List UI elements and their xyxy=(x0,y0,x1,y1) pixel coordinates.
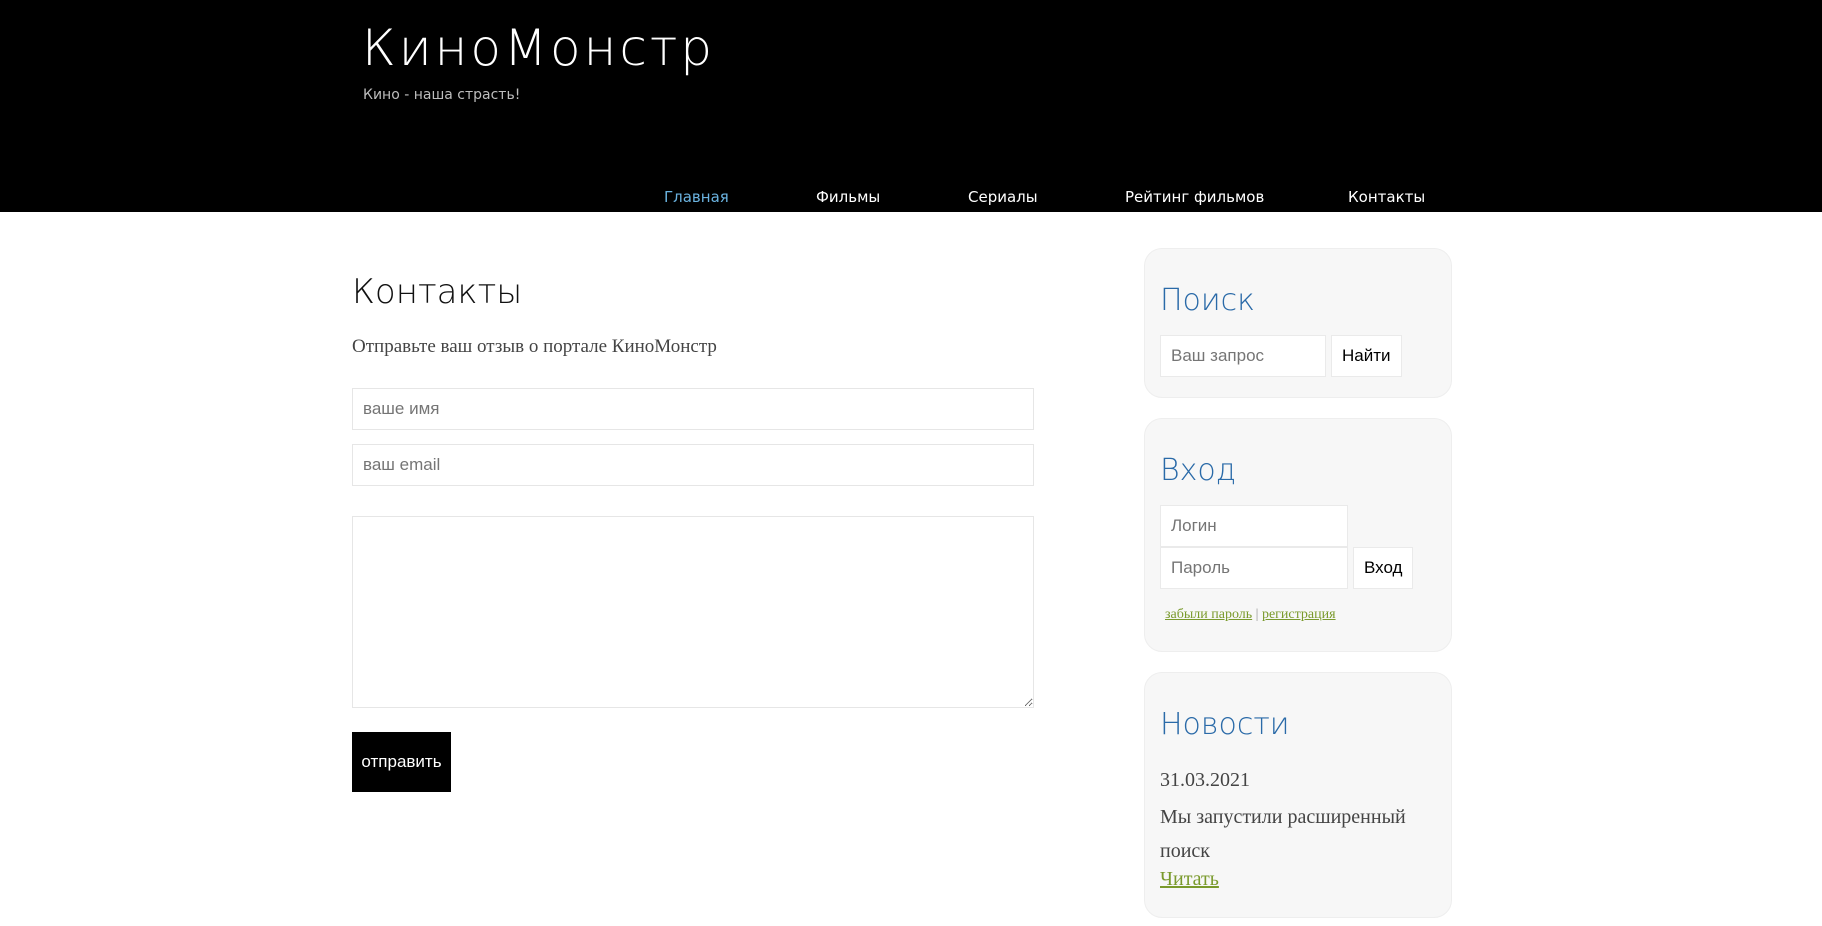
contact-section: Контакты Отправьте ваш отзыв о портале К… xyxy=(352,250,1036,792)
links-separator: | xyxy=(1255,607,1259,622)
login-widget-title: Вход xyxy=(1160,453,1237,488)
search-row: Найти xyxy=(1160,335,1435,377)
main-nav: Главная Фильмы Сериалы Рейтинг фильмов К… xyxy=(0,188,1822,212)
login-links: забыли пароль | регистрация xyxy=(1160,607,1435,623)
search-button[interactable]: Найти xyxy=(1331,335,1402,377)
login-button[interactable]: Вход xyxy=(1353,547,1414,589)
site-title[interactable]: КиноМонстр xyxy=(362,18,715,78)
login-row xyxy=(1160,505,1435,547)
password-row: Вход xyxy=(1160,547,1435,589)
news-text: Мы запустили расширенный поиск xyxy=(1160,806,1406,862)
page-title: Контакты xyxy=(352,272,523,312)
nav-item-movie-rating[interactable]: Рейтинг фильмов xyxy=(1125,188,1264,206)
contact-form: отправить xyxy=(352,388,1036,792)
password-input[interactable] xyxy=(1160,547,1348,589)
email-input[interactable] xyxy=(352,444,1034,486)
sidebar: Поиск Найти Вход Вход забыли пароль | ре… xyxy=(1144,248,1452,926)
message-textarea[interactable] xyxy=(352,516,1034,708)
nav-item-movies[interactable]: Фильмы xyxy=(816,188,880,206)
nav-item-contacts[interactable]: Контакты xyxy=(1348,188,1425,206)
register-link[interactable]: регистрация xyxy=(1262,607,1336,622)
search-widget-title: Поиск xyxy=(1160,283,1255,318)
news-read-link[interactable]: Читать xyxy=(1160,868,1219,891)
search-widget: Поиск Найти xyxy=(1144,248,1452,398)
site-slogan: Кино - наша страсть! xyxy=(363,87,521,103)
name-input[interactable] xyxy=(352,388,1034,430)
login-input[interactable] xyxy=(1160,505,1348,547)
site-header: КиноМонстр Кино - наша страсть! Главная … xyxy=(0,0,1822,212)
news-date: 31.03.2021 xyxy=(1160,769,1250,791)
forgot-password-link[interactable]: забыли пароль xyxy=(1165,607,1252,622)
submit-button[interactable]: отправить xyxy=(352,732,451,792)
search-input[interactable] xyxy=(1160,335,1326,377)
nav-item-home[interactable]: Главная xyxy=(664,188,729,206)
nav-item-series[interactable]: Сериалы xyxy=(968,188,1038,206)
news-widget: Новости 31.03.2021 Мы запустили расширен… xyxy=(1144,672,1452,918)
intro-text: Отправьте ваш отзыв о портале КиноМонстр xyxy=(352,336,717,357)
login-widget: Вход Вход забыли пароль | регистрация xyxy=(1144,418,1452,652)
news-widget-title: Новости xyxy=(1160,707,1290,742)
